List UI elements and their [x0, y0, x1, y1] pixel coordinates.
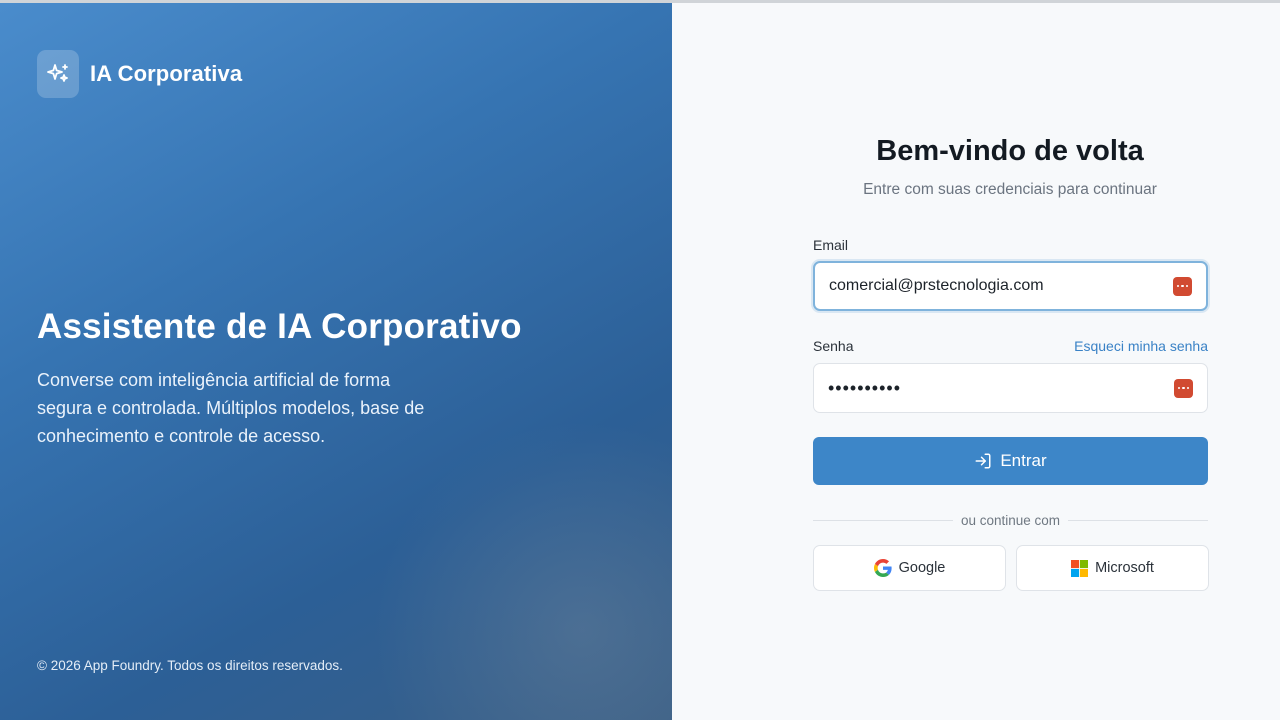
password-manager-icon[interactable] — [1174, 378, 1193, 398]
brand-name: IA Corporativa — [90, 61, 243, 86]
email-field[interactable] — [829, 277, 1173, 295]
password-field[interactable] — [828, 377, 1174, 399]
password-label: Senha — [813, 338, 854, 354]
google-icon — [873, 559, 892, 577]
email-label: Email — [813, 237, 849, 253]
password-manager-icon[interactable] — [1173, 276, 1192, 296]
divider-text: ou continue com — [960, 512, 1061, 528]
brand: IA Corporativa — [37, 50, 242, 98]
email-field-container — [813, 261, 1208, 311]
password-field-container — [813, 363, 1208, 413]
sparkles-icon — [37, 50, 79, 98]
login-button[interactable]: Entrar — [813, 437, 1208, 485]
microsoft-icon — [1071, 559, 1089, 577]
hero-description: Converse com inteligência artificial de … — [37, 370, 425, 446]
microsoft-label: Microsoft — [1095, 560, 1154, 576]
social-divider: ou continue com — [813, 511, 1208, 529]
login-panel: Bem-vindo de volta Entre com suas creden… — [672, 3, 1280, 720]
login-icon — [975, 453, 991, 469]
login-title: Bem-vindo de volta — [876, 135, 1144, 167]
microsoft-login-button[interactable]: Microsoft — [1016, 545, 1209, 591]
login-subtitle: Entre com suas credenciais para continua… — [863, 181, 1157, 198]
google-login-button[interactable]: Google — [813, 545, 1006, 591]
hero-title: Assistente de IA Corporativo — [37, 307, 522, 346]
forgot-password-link[interactable]: Esqueci minha senha — [1074, 338, 1208, 354]
hero-panel: IA Corporativa Assistente de IA Corporat… — [0, 3, 672, 720]
copyright-text: © 2026 App Foundry. Todos os direitos re… — [37, 658, 343, 673]
google-label: Google — [898, 560, 946, 576]
login-button-label: Entrar — [1000, 451, 1047, 470]
